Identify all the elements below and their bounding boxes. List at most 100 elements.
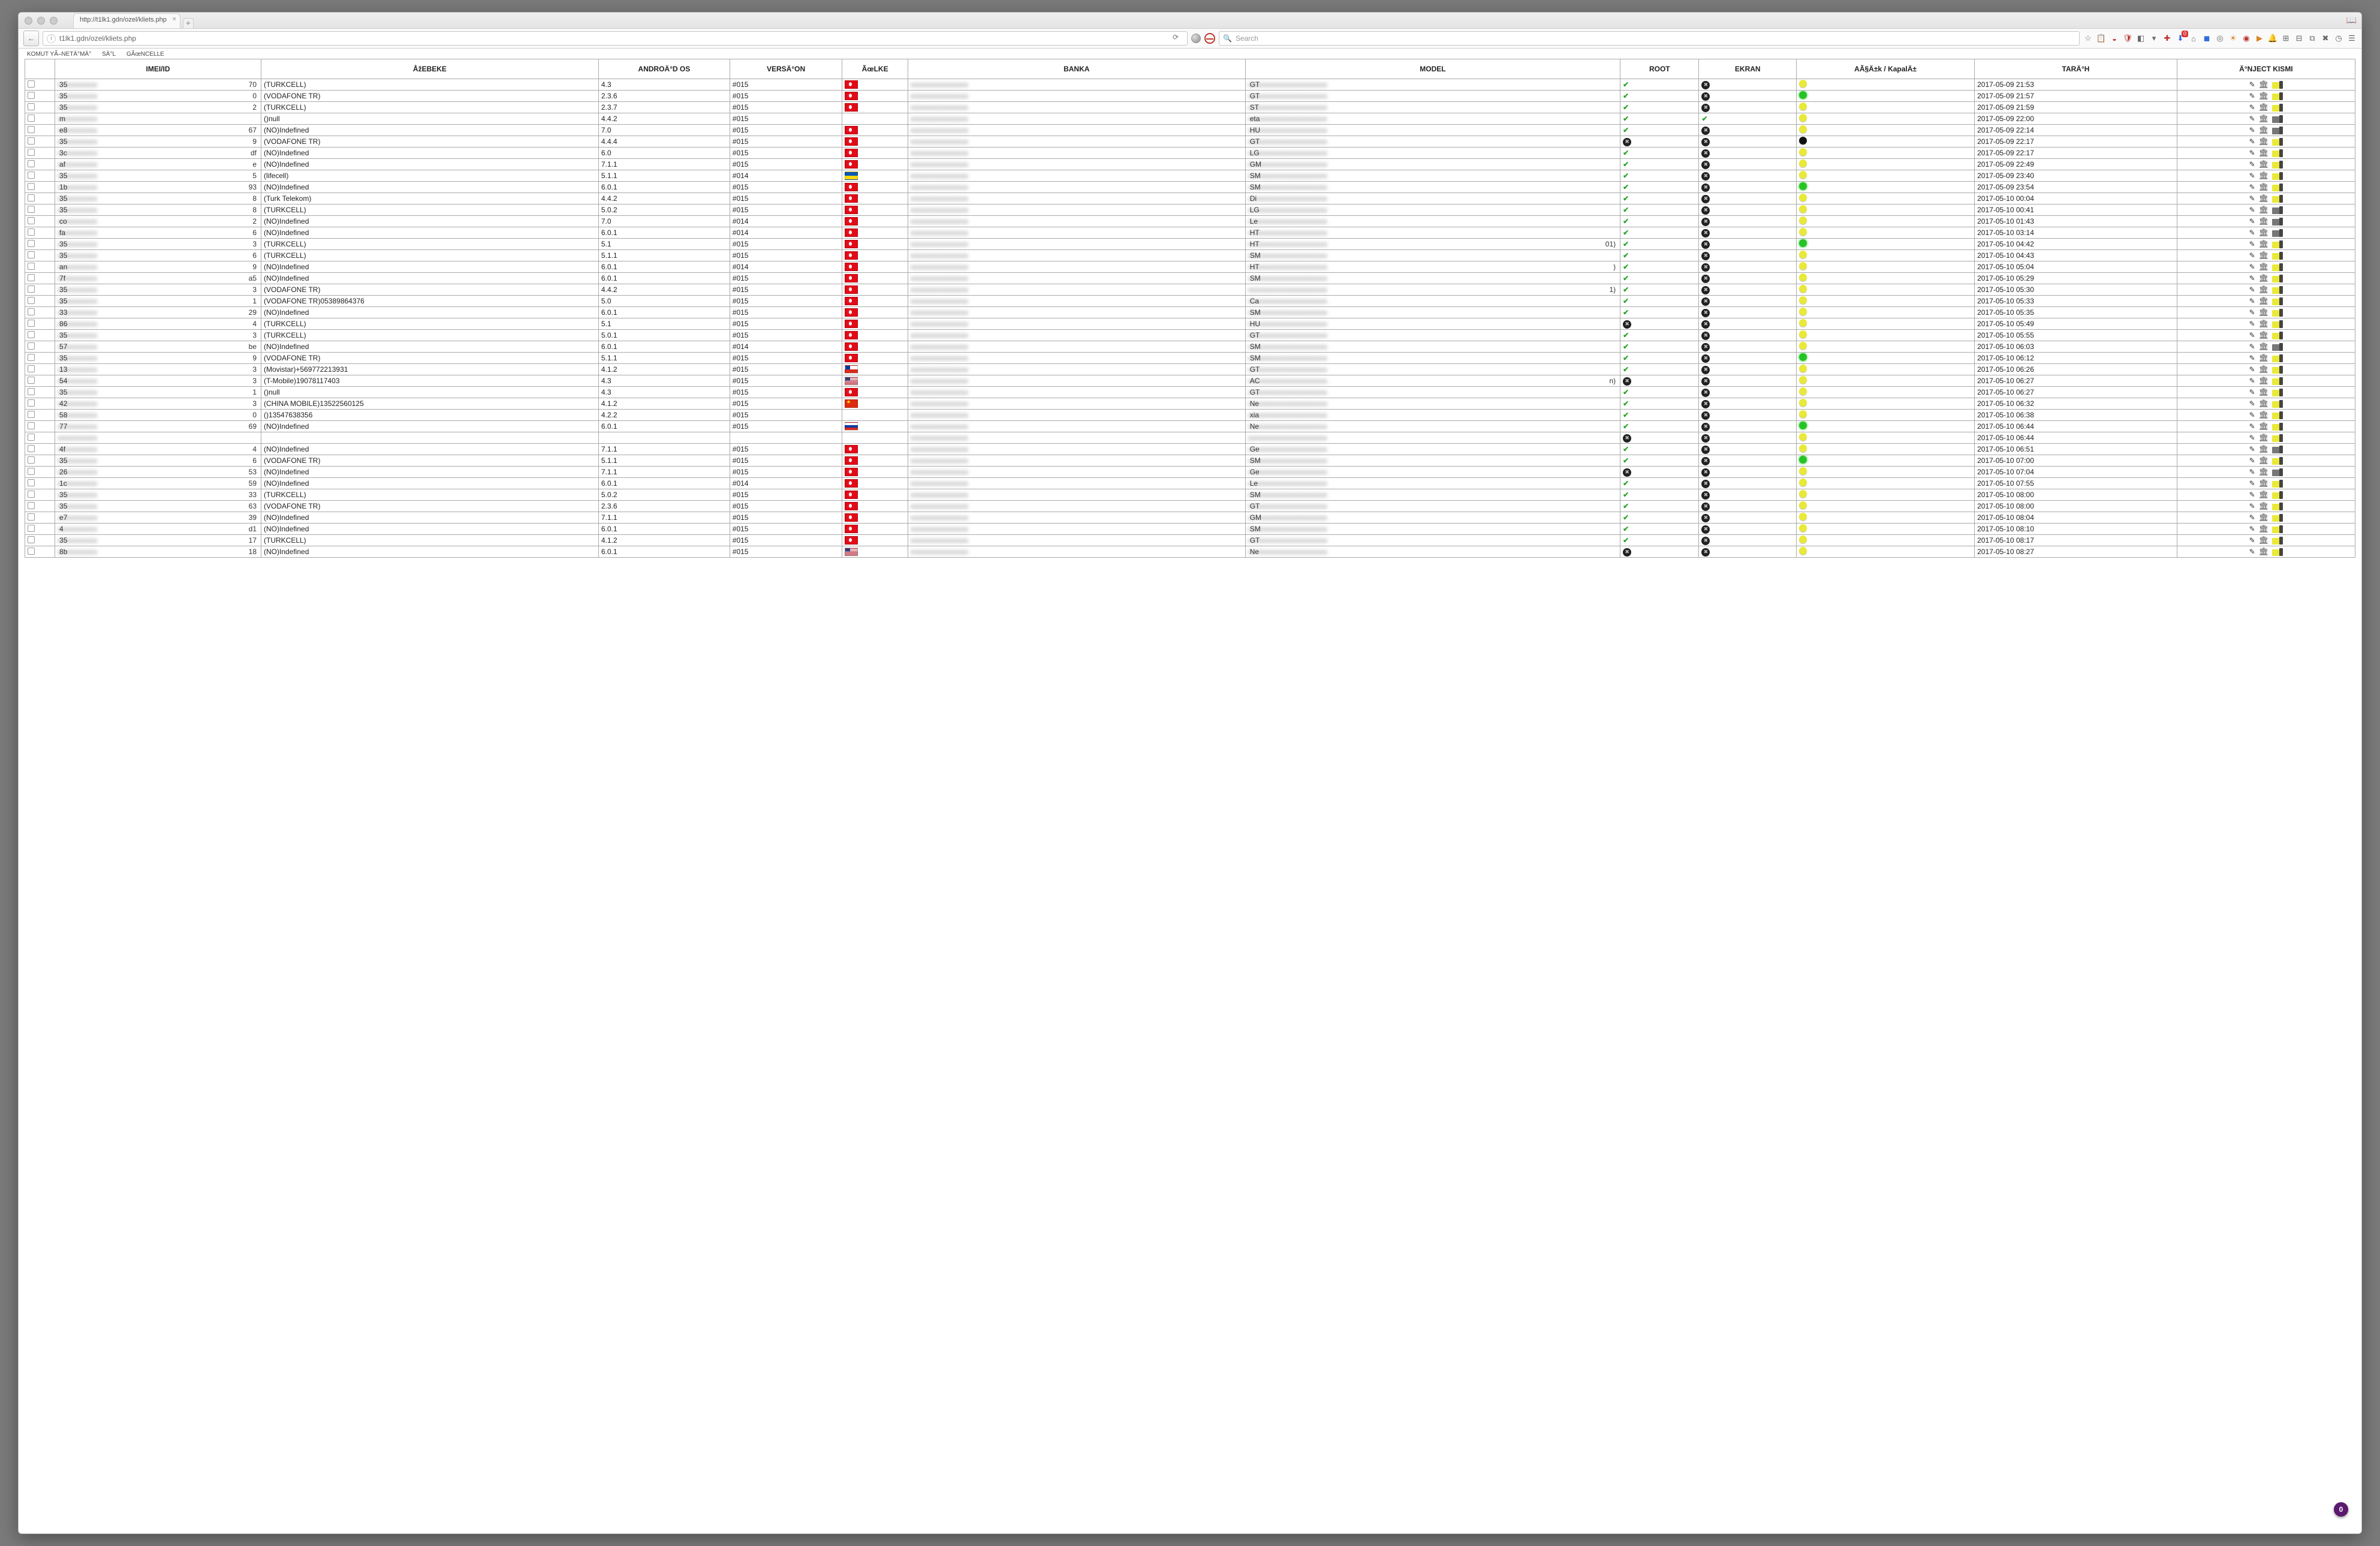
bank-icon[interactable] bbox=[2259, 285, 2269, 294]
row-checkbox[interactable] bbox=[28, 399, 35, 407]
bank-icon[interactable] bbox=[2259, 103, 2269, 112]
edit-icon[interactable] bbox=[2249, 377, 2255, 385]
folder-icon[interactable] bbox=[2272, 468, 2283, 476]
bank-icon[interactable] bbox=[2259, 160, 2269, 169]
folder-icon[interactable] bbox=[2272, 537, 2283, 545]
folder-icon[interactable] bbox=[2272, 332, 2283, 339]
table-row[interactable]: 58xxxxxxxxxxx0()135476383564.2.2#015xxxx… bbox=[25, 410, 2355, 421]
home-icon[interactable]: ⌂ bbox=[2189, 34, 2198, 43]
row-checkbox[interactable] bbox=[28, 274, 35, 281]
bank-icon[interactable] bbox=[2259, 433, 2269, 443]
row-checkbox[interactable] bbox=[28, 456, 35, 464]
table-row[interactable]: 33xxxxxxxxxxx29(NO)Indefined6.0.1#015xxx… bbox=[25, 307, 2355, 318]
bank-icon[interactable] bbox=[2259, 80, 2269, 89]
table-row[interactable]: 35xxxxxxxxxxx70(TURKCELL)4.3#015xxxxxxxx… bbox=[25, 79, 2355, 91]
folder-icon[interactable] bbox=[2272, 354, 2283, 362]
row-checkbox[interactable] bbox=[28, 377, 35, 384]
bank-icon[interactable] bbox=[2259, 422, 2269, 431]
row-checkbox[interactable] bbox=[28, 536, 35, 543]
traffic-max-icon[interactable] bbox=[50, 17, 58, 25]
table-row[interactable]: 13xxxxxxxxxxx3(Movistar)+5697722139314.1… bbox=[25, 364, 2355, 375]
table-row[interactable]: 35xxxxxxxxxxx3(TURKCELL)5.0.1#015xxxxxxx… bbox=[25, 330, 2355, 341]
bank-icon[interactable] bbox=[2259, 262, 2269, 272]
folder-icon[interactable] bbox=[2272, 81, 2283, 89]
row-checkbox[interactable] bbox=[28, 468, 35, 475]
edit-icon[interactable] bbox=[2249, 92, 2255, 100]
edit-icon[interactable] bbox=[2249, 308, 2255, 317]
table-row[interactable]: coxxxxxxxxxxx2(NO)Indefined7.0#014xxxxxx… bbox=[25, 216, 2355, 227]
traffic-min-icon[interactable] bbox=[37, 17, 45, 25]
bank-icon[interactable] bbox=[2259, 251, 2269, 260]
edit-icon[interactable] bbox=[2249, 388, 2255, 396]
row-checkbox[interactable] bbox=[28, 240, 35, 247]
bank-icon[interactable] bbox=[2259, 239, 2269, 249]
table-row[interactable]: 35xxxxxxxxxxx17(TURKCELL)4.1.2#015xxxxxx… bbox=[25, 535, 2355, 546]
edit-icon[interactable] bbox=[2249, 228, 2255, 237]
col-model[interactable]: MODEL bbox=[1245, 59, 1620, 79]
bank-icon[interactable] bbox=[2259, 353, 2269, 363]
folder-icon[interactable] bbox=[2272, 343, 2283, 351]
folder-icon[interactable] bbox=[2272, 400, 2283, 408]
bank-icon[interactable] bbox=[2259, 410, 2269, 420]
bank-icon[interactable] bbox=[2259, 114, 2269, 124]
table-row[interactable]: 35xxxxxxxxxxx3(TURKCELL)5.1#015xxxxxxxxx… bbox=[25, 239, 2355, 250]
edit-icon[interactable] bbox=[2249, 263, 2255, 271]
table-row[interactable]: 26xxxxxxxxxxx53(NO)Indefined7.1.1#015xxx… bbox=[25, 467, 2355, 478]
row-checkbox[interactable] bbox=[28, 434, 35, 441]
edit-icon[interactable] bbox=[2249, 217, 2255, 225]
table-row[interactable]: mxxxxxxxxxxx()null4.4.2#015xxxxxxxxxxxxx… bbox=[25, 113, 2355, 125]
edit-icon[interactable] bbox=[2249, 331, 2255, 339]
table-row[interactable]: 54xxxxxxxxxxx3(T-Mobile)190781174034.3#0… bbox=[25, 375, 2355, 387]
tab-close-icon[interactable]: × bbox=[173, 16, 176, 23]
noscript-icon[interactable] bbox=[1204, 33, 1215, 44]
row-checkbox[interactable] bbox=[28, 411, 35, 418]
table-row[interactable]: xxxxxxxxxxxxxxxxxxxxxxxxxxxxxxxxxxxxxxxx… bbox=[25, 432, 2355, 444]
row-checkbox[interactable] bbox=[28, 513, 35, 521]
bank-icon[interactable] bbox=[2259, 456, 2269, 465]
reload-icon[interactable]: ⟳ bbox=[1173, 33, 1183, 44]
ext6-icon[interactable]: ☀ bbox=[2228, 34, 2238, 43]
back-button[interactable]: ← bbox=[23, 31, 39, 46]
edit-icon[interactable] bbox=[2249, 251, 2255, 260]
bank-icon[interactable] bbox=[2259, 194, 2269, 203]
edit-icon[interactable] bbox=[2249, 479, 2255, 488]
table-row[interactable]: 8bxxxxxxxxxxx18(NO)Indefined6.0.1#015xxx… bbox=[25, 546, 2355, 558]
ext5-icon[interactable]: ◎ bbox=[2215, 34, 2225, 43]
table-row[interactable]: 35xxxxxxxxxxx1()null4.3#015xxxxxxxxxxxxx… bbox=[25, 387, 2355, 398]
ext13-icon[interactable]: ◷ bbox=[2334, 34, 2343, 43]
folder-icon[interactable] bbox=[2272, 491, 2283, 499]
folder-icon[interactable] bbox=[2272, 503, 2283, 510]
edit-icon[interactable] bbox=[2249, 513, 2255, 522]
bank-icon[interactable] bbox=[2259, 308, 2269, 317]
table-row[interactable]: faxxxxxxxxxxx6(NO)Indefined6.0.1#014xxxx… bbox=[25, 227, 2355, 239]
edit-icon[interactable] bbox=[2249, 411, 2255, 419]
table-row[interactable]: 35xxxxxxxxxxx33(TURKCELL)5.0.2#015xxxxxx… bbox=[25, 489, 2355, 501]
edit-icon[interactable] bbox=[2249, 468, 2255, 476]
bank-icon[interactable] bbox=[2259, 171, 2269, 181]
search-bar[interactable]: 🔍 Search bbox=[1219, 31, 2080, 46]
bank-icon[interactable] bbox=[2259, 513, 2269, 522]
row-checkbox[interactable] bbox=[28, 149, 35, 156]
table-row[interactable]: 35xxxxxxxxxxx5(lifecell)5.1.1#014xxxxxxx… bbox=[25, 170, 2355, 182]
folder-icon[interactable] bbox=[2272, 366, 2283, 374]
row-checkbox[interactable] bbox=[28, 92, 35, 99]
pocket-icon[interactable]: ◒ bbox=[2110, 34, 2119, 43]
bank-icon[interactable] bbox=[2259, 342, 2269, 351]
edit-icon[interactable] bbox=[2249, 536, 2255, 545]
edit-icon[interactable] bbox=[2249, 548, 2255, 556]
ext11-icon[interactable]: ⧉ bbox=[2307, 34, 2317, 43]
bank-icon[interactable] bbox=[2259, 365, 2269, 374]
row-checkbox[interactable] bbox=[28, 354, 35, 361]
col-root[interactable]: ROOT bbox=[1620, 59, 1699, 79]
table-row[interactable]: 1bxxxxxxxxxxx93(NO)Indefined6.0.1#015xxx… bbox=[25, 182, 2355, 193]
edit-icon[interactable] bbox=[2249, 502, 2255, 510]
folder-icon[interactable] bbox=[2272, 229, 2283, 237]
row-checkbox[interactable] bbox=[28, 206, 35, 213]
ext10-icon[interactable]: ⊟ bbox=[2294, 34, 2304, 43]
table-row[interactable]: 35xxxxxxxxxxx0(VODAFONE TR)2.3.6#015xxxx… bbox=[25, 91, 2355, 102]
table-row[interactable]: 77xxxxxxxxxxx69(NO)Indefined6.0.1#015xxx… bbox=[25, 421, 2355, 432]
folder-icon[interactable] bbox=[2272, 525, 2283, 533]
table-row[interactable]: 35xxxxxxxxxxx63(VODAFONE TR)2.3.6#015xxx… bbox=[25, 501, 2355, 512]
row-checkbox[interactable] bbox=[28, 445, 35, 452]
edit-icon[interactable] bbox=[2249, 365, 2255, 374]
